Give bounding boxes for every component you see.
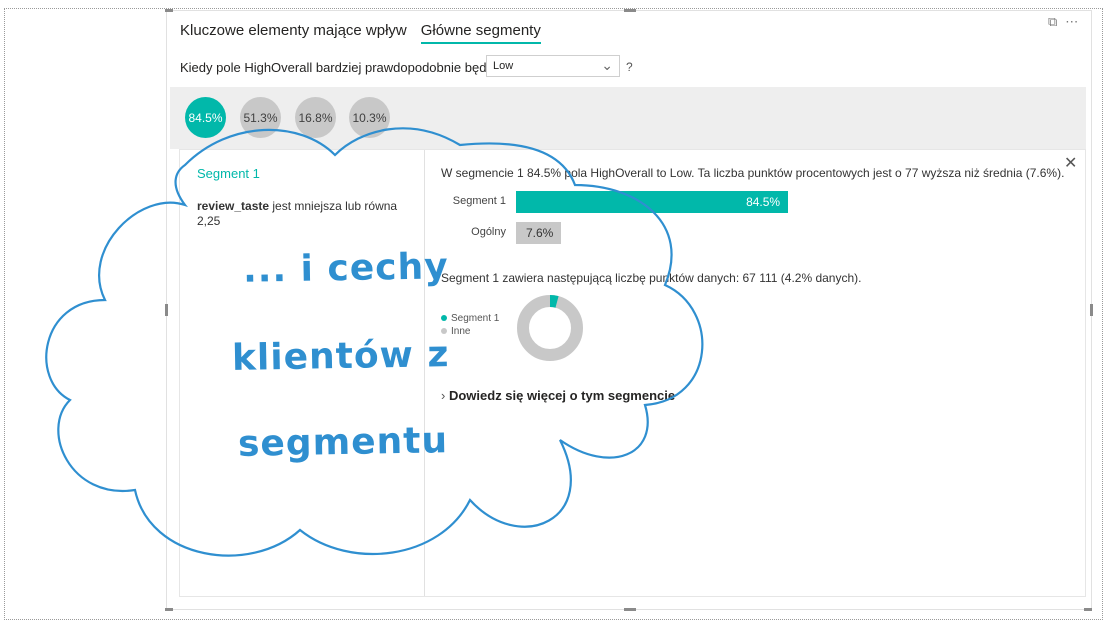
annotation-line-2: klientów z [231, 334, 450, 379]
annotation-line-3: segmentu [237, 420, 449, 465]
thought-cloud-annotation [45, 127, 704, 557]
annotation-line-1: ... i cechy [242, 246, 449, 291]
